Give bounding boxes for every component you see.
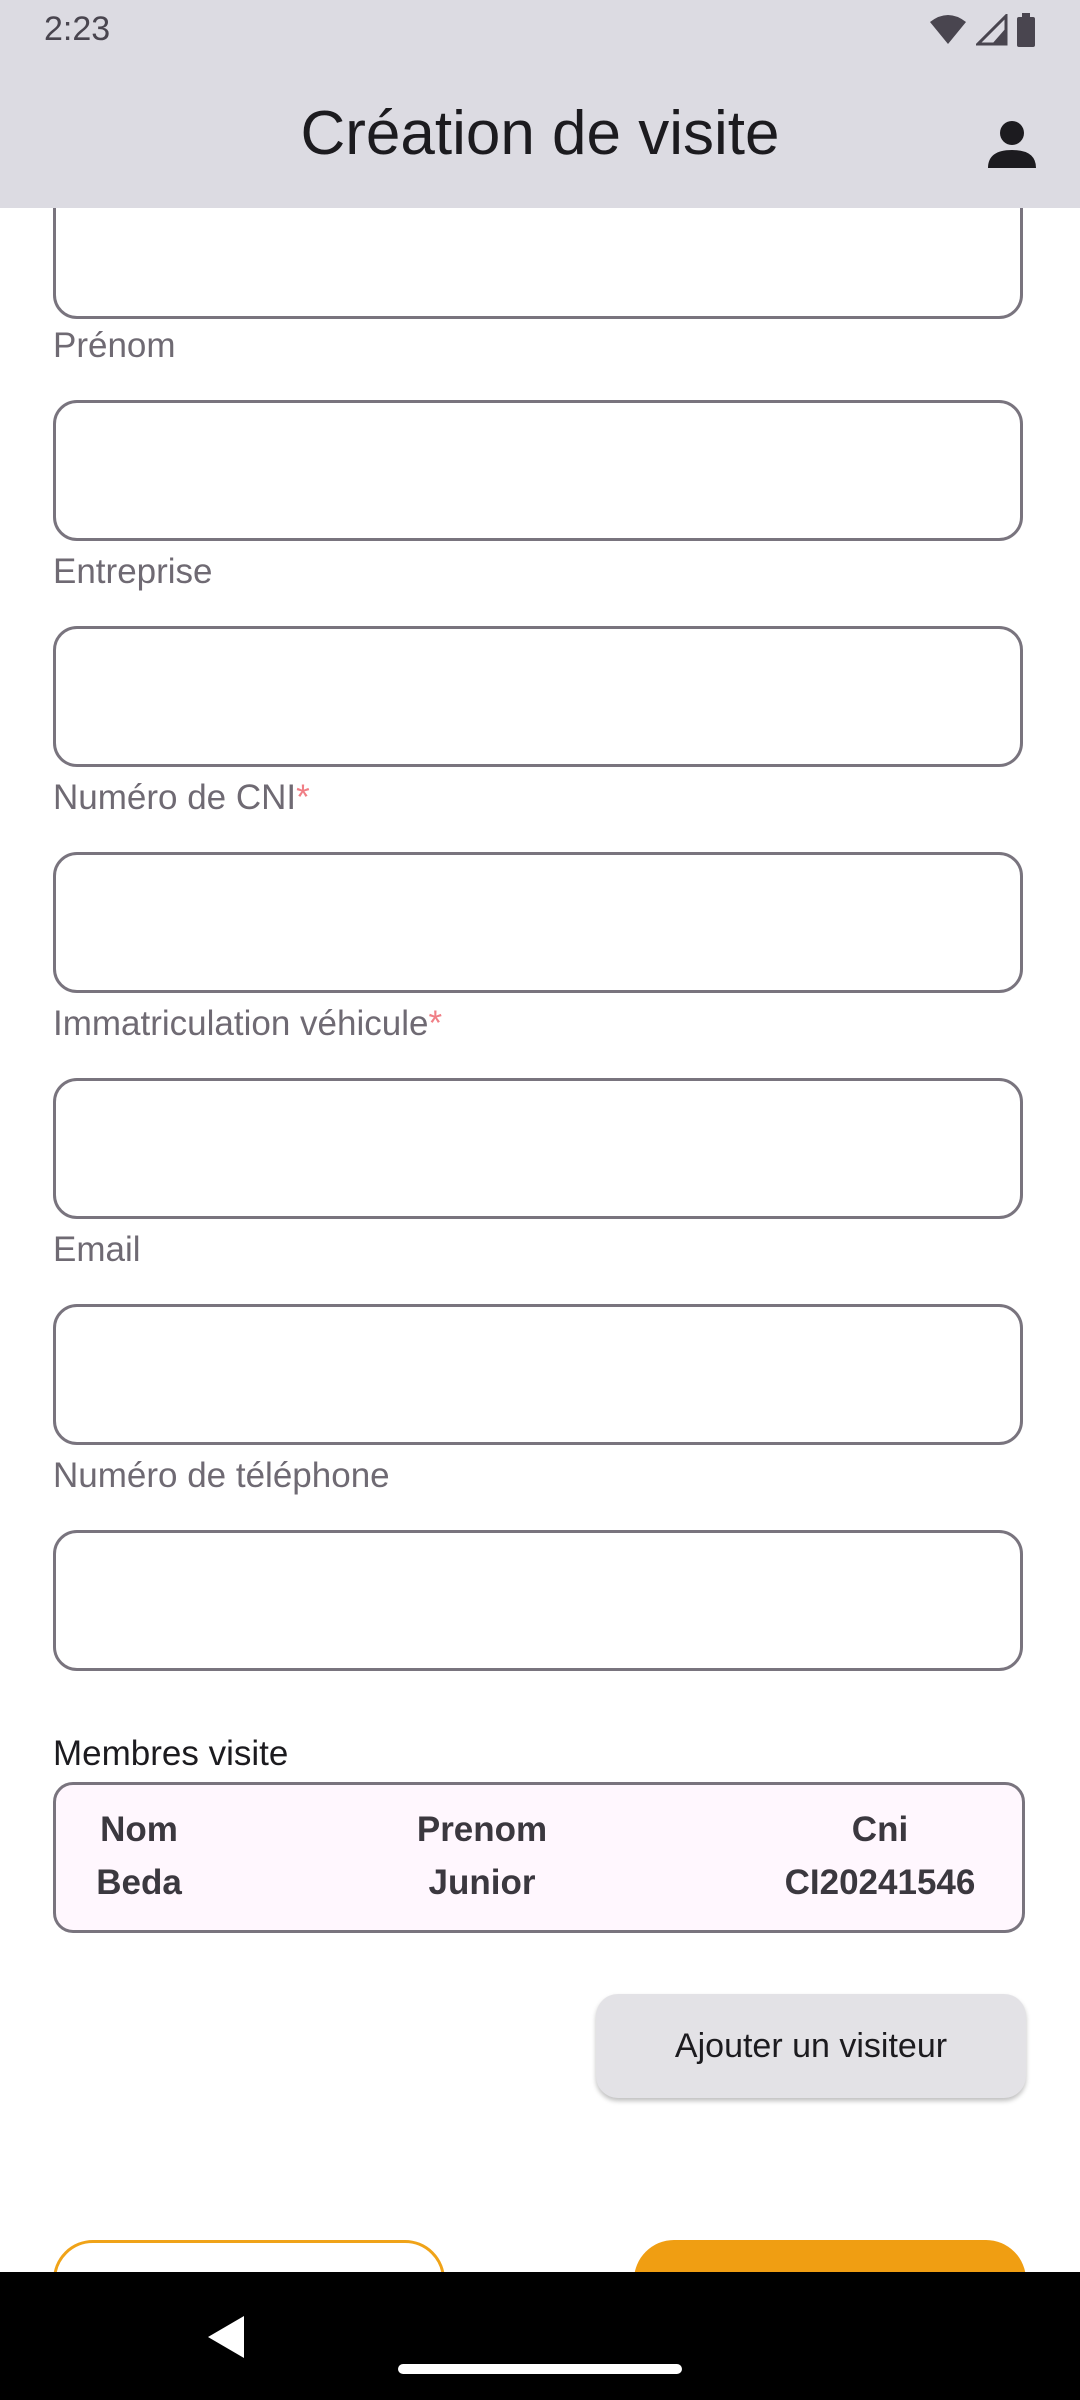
- person-icon: [988, 121, 1036, 168]
- field-label-email: Email: [53, 1230, 141, 1270]
- field-label-text: Entreprise: [53, 552, 213, 591]
- field-label-text: Prénom: [53, 326, 176, 365]
- column-header-prenom: Prenom: [416, 1810, 548, 1849]
- back-icon[interactable]: [200, 2312, 250, 2362]
- field-label-immatriculation: Immatriculation véhicule*: [53, 1004, 442, 1044]
- entreprise-input[interactable]: [53, 626, 1023, 767]
- member-nom: Beda: [96, 1863, 182, 1902]
- status-time: 2:23: [44, 10, 111, 48]
- telephone-input[interactable]: [53, 1530, 1023, 1671]
- app-bar: Création de visite: [0, 62, 1080, 208]
- column-header-cni: Cni: [851, 1810, 909, 1849]
- required-marker: *: [296, 778, 310, 817]
- cancel-button[interactable]: [53, 2240, 445, 2272]
- field-label-text: Numéro de téléphone: [53, 1456, 390, 1495]
- field-label-cni: Numéro de CNI*: [53, 778, 310, 818]
- battery-icon: [1017, 13, 1035, 47]
- field-label-text: Immatriculation véhicule: [53, 1004, 429, 1043]
- members-title: Membres visite: [53, 1734, 289, 1773]
- status-bar: 2:23: [0, 0, 1080, 62]
- prenom-input[interactable]: [53, 400, 1023, 541]
- add-visitor-button[interactable]: Ajouter un visiteur: [596, 1994, 1026, 2098]
- field-label-text: Numéro de CNI: [53, 778, 297, 817]
- immatriculation-input[interactable]: [53, 1078, 1023, 1219]
- member-cni: CI20241546: [784, 1863, 976, 1902]
- wifi-icon: [930, 15, 966, 44]
- member-prenom: Junior: [428, 1863, 536, 1902]
- email-input[interactable]: [53, 1304, 1023, 1445]
- form-content[interactable]: Prénom Entreprise Numéro de CNI* Immatri…: [0, 208, 1080, 2272]
- members-table: Nom Prenom Cni Beda Junior CI20241546: [53, 1782, 1025, 1933]
- field-label-entreprise: Entreprise: [53, 552, 213, 592]
- home-handle[interactable]: [398, 2364, 682, 2374]
- page-title: Création de visite: [300, 99, 780, 168]
- status-icons: [928, 12, 1036, 48]
- field-label-prenom: Prénom: [53, 326, 176, 366]
- required-marker: *: [428, 1004, 443, 1043]
- signal-icon: [976, 14, 1008, 46]
- submit-button[interactable]: [634, 2240, 1026, 2272]
- profile-button[interactable]: [970, 102, 1054, 186]
- column-header-nom: Nom: [100, 1810, 178, 1849]
- cni-input[interactable]: [53, 852, 1023, 993]
- navigation-bar: [0, 2272, 1080, 2400]
- nom-input[interactable]: [53, 208, 1023, 319]
- field-label-text: Email: [53, 1230, 141, 1269]
- field-label-telephone: Numéro de téléphone: [53, 1456, 390, 1496]
